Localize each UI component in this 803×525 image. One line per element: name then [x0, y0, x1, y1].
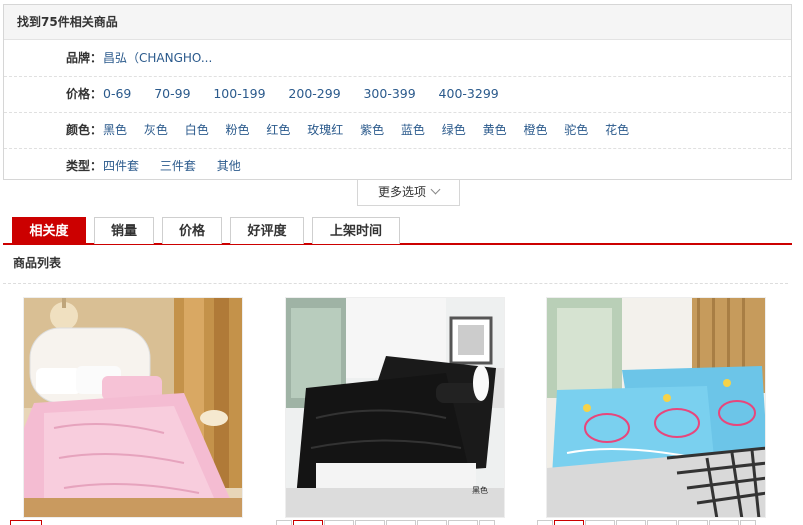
filter-brand-option[interactable]: 昌弘（CHANGHO... — [103, 51, 212, 65]
product-image-1[interactable] — [23, 297, 243, 518]
chevron-down-icon — [430, 184, 441, 195]
filter-label-brand: 品牌： — [66, 51, 103, 65]
filter-color-option[interactable]: 橙色 — [523, 123, 547, 137]
tab-price[interactable]: 价格 — [162, 217, 222, 244]
thumbnail-selector[interactable] — [537, 520, 553, 525]
tab-rating[interactable]: 好评度 — [230, 217, 304, 244]
filter-color-option[interactable]: 紫色 — [360, 123, 384, 137]
more-options-button[interactable]: 更多选项 — [357, 180, 460, 206]
filter-row-color: 颜色： 黑色 灰色 白色 粉色 红色 玫瑰红 紫色 蓝色 绿色 黄色 橙色 驼色… — [4, 112, 791, 149]
filter-label-color: 颜色： — [66, 123, 103, 137]
thumbnail-selector[interactable] — [448, 520, 478, 525]
filter-color-option[interactable]: 灰色 — [144, 123, 168, 137]
thumbnail-selector[interactable] — [293, 520, 323, 525]
filter-price-option[interactable]: 200-299 — [288, 86, 340, 101]
filter-price-option[interactable]: 400-3299 — [439, 86, 499, 101]
filter-row-price: 价格： 0-69 70-99 100-199 200-299 300-399 4… — [4, 76, 791, 113]
thumbnail-selector[interactable] — [740, 520, 756, 525]
product-image-2[interactable]: 黑色 — [285, 297, 505, 518]
filter-color-option[interactable]: 驼色 — [564, 123, 588, 137]
filter-row-type: 类型： 四件套 三件套 其他 — [4, 148, 791, 184]
thumbnail-selector[interactable] — [386, 520, 416, 525]
thumbnail-selector[interactable] — [276, 520, 292, 525]
product-image-3[interactable] — [546, 297, 766, 518]
more-options-label: 更多选项 — [377, 185, 426, 199]
filter-price-option[interactable]: 100-199 — [213, 86, 265, 101]
filter-color-option[interactable]: 黄色 — [483, 123, 507, 137]
filter-row-brand: 品牌： 昌弘（CHANGHO... — [4, 40, 791, 77]
filter-color-option[interactable]: 红色 — [266, 123, 290, 137]
thumbnail-selector[interactable] — [647, 520, 677, 525]
filter-color-option[interactable]: 绿色 — [442, 123, 466, 137]
tab-newest[interactable]: 上架时间 — [312, 217, 400, 244]
filter-type-option[interactable]: 三件套 — [160, 159, 196, 173]
thumbnail-selector[interactable] — [616, 520, 646, 525]
thumbnail-selector[interactable] — [324, 520, 354, 525]
filter-label-type: 类型： — [66, 159, 103, 173]
thumbnail-selector[interactable] — [10, 520, 42, 525]
result-count: 找到75件相关商品 — [4, 5, 791, 40]
thumbnail-selector[interactable] — [355, 520, 385, 525]
tab-relevance[interactable]: 相关度 — [12, 217, 86, 244]
thumbnail-selector[interactable] — [479, 520, 495, 525]
filter-color-option[interactable]: 黑色 — [103, 123, 127, 137]
thumbnail-selector[interactable] — [585, 520, 615, 525]
thumbnail-selector[interactable] — [417, 520, 447, 525]
filter-panel: 找到75件相关商品 品牌： 昌弘（CHANGHO... 价格： 0-69 70-… — [3, 4, 792, 180]
filter-price-option[interactable]: 0-69 — [103, 86, 131, 101]
filter-type-option[interactable]: 其他 — [217, 159, 241, 173]
filter-color-option[interactable]: 蓝色 — [401, 123, 425, 137]
tab-sales[interactable]: 销量 — [94, 217, 154, 244]
filter-color-option[interactable]: 白色 — [185, 123, 209, 137]
product-image-caption: 黑色 — [472, 485, 488, 495]
filter-color-option[interactable]: 花色 — [605, 123, 629, 137]
product-list-title: 商品列表 — [13, 256, 62, 270]
thumbnail-selector[interactable] — [554, 520, 584, 525]
filter-color-option[interactable]: 粉色 — [226, 123, 250, 137]
thumbnail-selector[interactable] — [678, 520, 708, 525]
filter-price-option[interactable]: 70-99 — [154, 86, 190, 101]
filter-price-option[interactable]: 300-399 — [363, 86, 415, 101]
filter-color-option[interactable]: 玫瑰红 — [307, 123, 343, 137]
filter-type-option[interactable]: 四件套 — [103, 159, 139, 173]
divider — [3, 283, 788, 284]
filter-label-price: 价格： — [66, 87, 103, 101]
thumbnail-selector[interactable] — [709, 520, 739, 525]
